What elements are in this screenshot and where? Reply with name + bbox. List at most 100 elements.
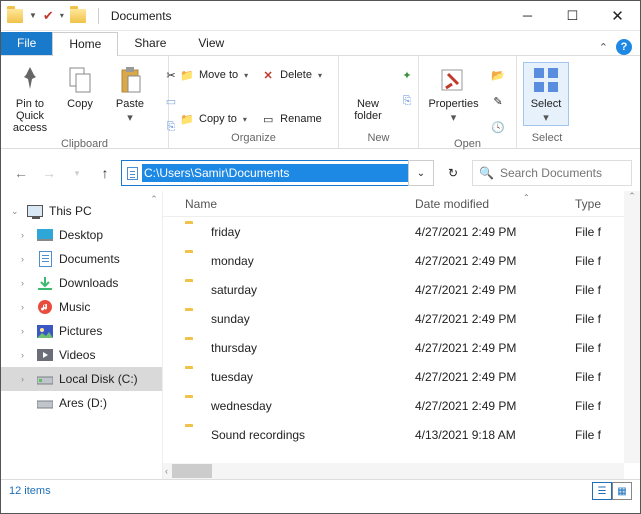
dropdown-icon[interactable]: ▼	[29, 11, 37, 20]
delete-icon: ✕	[260, 67, 276, 83]
recent-locations-button[interactable]: ▾	[65, 161, 89, 185]
open-icon: 📂	[490, 67, 506, 83]
music-icon	[37, 299, 53, 315]
ribbon-tabs: File Home Share View ⌃ ?	[1, 31, 640, 55]
back-button[interactable]: ←	[9, 161, 33, 185]
history-icon: 🕓	[490, 119, 506, 135]
properties-button[interactable]: Properties ▾	[425, 62, 482, 126]
tree-item-pictures[interactable]: ›Pictures	[1, 319, 162, 343]
file-row[interactable]: wednesday4/27/2021 2:49 PMFile f	[163, 391, 640, 420]
tree-item-music[interactable]: ›Music	[1, 295, 162, 319]
nav-bar: ← → ▾ ↑ ⌄ ↻ 🔍	[1, 155, 640, 191]
videos-icon	[37, 347, 53, 363]
copy-to-button[interactable]: 📁Copy to	[175, 108, 252, 130]
vertical-scrollbar[interactable]: ⌃	[624, 191, 640, 463]
pin-to-quick-access-button[interactable]: Pin to Quick access	[7, 62, 53, 136]
check-icon[interactable]: ✔	[43, 8, 54, 24]
search-input[interactable]	[500, 166, 625, 180]
col-date[interactable]: Date modified⌃	[415, 197, 575, 211]
details-view-button[interactable]: ☰	[592, 482, 612, 500]
help-icon[interactable]: ?	[616, 39, 632, 55]
drive-icon	[37, 395, 53, 411]
pc-icon	[27, 203, 43, 219]
address-bar[interactable]: ⌄	[121, 160, 434, 186]
file-row[interactable]: monday4/27/2021 2:49 PMFile f	[163, 246, 640, 275]
file-row[interactable]: sunday4/27/2021 2:49 PMFile f	[163, 304, 640, 333]
file-row[interactable]: thursday4/27/2021 2:49 PMFile f	[163, 333, 640, 362]
col-name[interactable]: Name	[185, 197, 415, 211]
select-button[interactable]: Select ▾	[523, 62, 569, 126]
forward-button[interactable]: →	[37, 161, 61, 185]
group-label: Clipboard	[7, 138, 162, 152]
paste-icon	[114, 64, 146, 96]
easy-access-button[interactable]: ⎘	[395, 90, 419, 112]
tree-item-desktop[interactable]: ›Desktop	[1, 223, 162, 247]
new-folder-button[interactable]: New folder	[345, 62, 391, 124]
search-icon: 🔍	[479, 166, 494, 180]
scroll-up-icon[interactable]: ⌃	[146, 191, 162, 207]
address-input[interactable]	[142, 164, 408, 182]
search-box[interactable]: 🔍	[472, 160, 632, 186]
up-button[interactable]: ↑	[93, 161, 117, 185]
file-row[interactable]: saturday4/27/2021 2:49 PMFile f	[163, 275, 640, 304]
tab-share[interactable]: Share	[118, 32, 182, 55]
item-count: 12 items	[9, 485, 51, 497]
tree-item-documents[interactable]: ›Documents	[1, 247, 162, 271]
tab-home[interactable]: Home	[52, 32, 118, 56]
tab-file[interactable]: File	[1, 32, 52, 55]
folder-icon	[185, 253, 203, 269]
large-icons-view-button[interactable]: ▦	[612, 482, 632, 500]
folder-icon	[185, 224, 203, 240]
folder-icon	[185, 311, 203, 327]
drive-icon	[37, 371, 53, 387]
folder-icon	[185, 427, 203, 443]
nav-tree[interactable]: ⌃ ⌄ This PC ›Desktop›Documents›Downloads…	[1, 191, 163, 479]
edit-button[interactable]: ✎	[486, 90, 510, 112]
horizontal-scrollbar[interactable]: ‹	[163, 463, 624, 479]
group-label: Select	[523, 132, 571, 146]
tree-ares[interactable]: Ares (D:)	[1, 391, 162, 415]
pictures-icon	[37, 323, 53, 339]
desktop-icon	[37, 227, 53, 243]
file-list[interactable]: Name Date modified⌃ Type friday4/27/2021…	[163, 191, 640, 479]
folder-icon	[185, 282, 203, 298]
tree-item-videos[interactable]: ›Videos	[1, 343, 162, 367]
pin-icon	[14, 64, 46, 96]
history-button[interactable]: 🕓	[486, 116, 510, 138]
new-item-icon: ✦	[399, 67, 415, 83]
easy-access-icon: ⎘	[399, 93, 415, 109]
maximize-button[interactable]: ☐	[550, 1, 595, 30]
tab-view[interactable]: View	[182, 32, 240, 55]
group-label: New	[345, 132, 412, 146]
folder-icon	[352, 64, 384, 96]
group-label: Organize	[175, 132, 332, 146]
file-row[interactable]: friday4/27/2021 2:49 PMFile f	[163, 217, 640, 246]
folder-icon	[70, 9, 86, 23]
tree-item-downloads[interactable]: ›Downloads	[1, 271, 162, 295]
file-row[interactable]: Sound recordings4/13/2021 9:18 AMFile f	[163, 420, 640, 449]
close-button[interactable]: ✕	[595, 1, 640, 30]
ribbon: Pin to Quick access Copy Paste ▾ ✂ ▭ ⎘	[1, 55, 640, 149]
move-to-button[interactable]: 📁Move to	[175, 64, 252, 86]
tree-this-pc[interactable]: ⌄ This PC	[1, 199, 162, 223]
copy-button[interactable]: Copy	[57, 62, 103, 112]
rename-button[interactable]: ▭Rename	[256, 108, 326, 130]
address-dropdown[interactable]: ⌄	[408, 160, 434, 186]
location-icon	[122, 167, 142, 180]
collapse-ribbon-icon[interactable]: ⌃	[599, 41, 608, 54]
sort-caret-icon: ⌃	[523, 193, 530, 202]
copy-to-icon: 📁	[179, 111, 195, 127]
dropdown-icon[interactable]: ▾	[60, 11, 64, 20]
refresh-button[interactable]: ↻	[438, 160, 468, 186]
documents-icon	[37, 251, 53, 267]
tree-local-disk[interactable]: › Local Disk (C:)	[1, 367, 162, 391]
paste-button[interactable]: Paste ▾	[107, 62, 153, 126]
open-button[interactable]: 📂	[486, 64, 510, 86]
minimize-button[interactable]: ─	[505, 1, 550, 30]
scroll-thumb[interactable]	[172, 464, 212, 478]
folder-icon	[185, 369, 203, 385]
divider	[98, 8, 99, 24]
file-row[interactable]: tuesday4/27/2021 2:49 PMFile f	[163, 362, 640, 391]
delete-button[interactable]: ✕Delete	[256, 64, 326, 86]
new-item-button[interactable]: ✦	[395, 64, 419, 86]
